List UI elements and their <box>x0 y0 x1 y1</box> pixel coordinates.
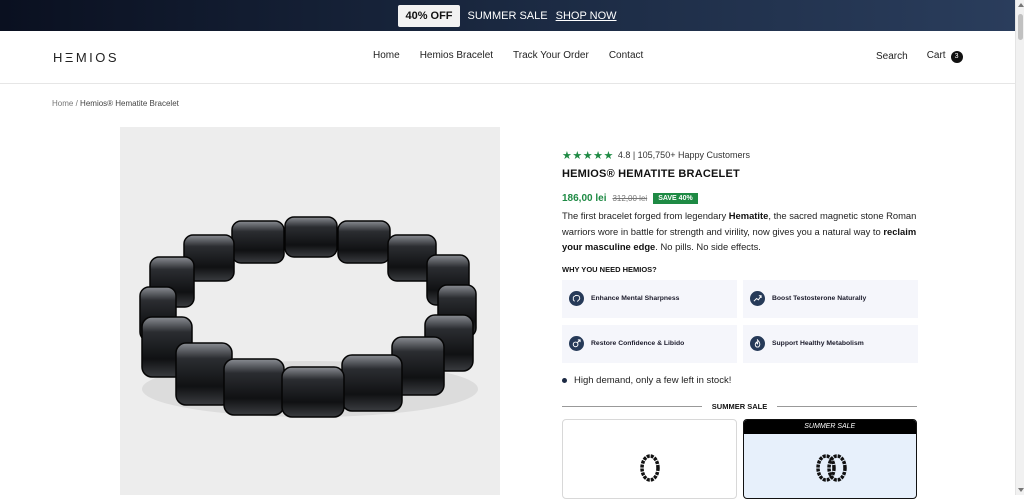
current-price: 186,00 lei <box>562 193 607 204</box>
nav-home[interactable]: Home <box>373 50 400 61</box>
benefit-label: Restore Confidence & Libido <box>591 340 685 347</box>
offer-single[interactable] <box>562 418 737 499</box>
benefit-card: Restore Confidence & Libido <box>562 324 737 363</box>
single-bracelet-icon <box>640 453 660 482</box>
product-info: ★★★★★ 4.8 | 105,750+ Happy Customers HEM… <box>562 148 918 499</box>
bracelet-image <box>139 216 478 418</box>
bundle-offers: SUMMER SALE <box>562 418 917 499</box>
male-symbol-icon <box>569 336 584 351</box>
brain-icon <box>569 291 584 306</box>
promo-text: SUMMER SALE <box>467 9 548 22</box>
product-description: The first bracelet forged from legendary… <box>562 210 917 252</box>
divider-line <box>777 405 918 407</box>
rating-row: ★★★★★ 4.8 | 105,750+ Happy Customers <box>562 148 917 162</box>
shop-now-link[interactable]: SHOP NOW <box>556 10 617 22</box>
cart-count-badge: 3 <box>950 50 963 63</box>
benefit-card: Enhance Mental Sharpness <box>562 279 737 318</box>
nav-hemios-bracelet[interactable]: Hemios Bracelet <box>420 50 493 61</box>
flame-icon <box>750 336 765 351</box>
divider-line <box>562 405 702 407</box>
product-image[interactable] <box>120 127 500 495</box>
offer-tag: SUMMER SALE <box>743 419 916 434</box>
sale-divider: SUMMER SALE <box>562 401 918 411</box>
promo-bar: 40% OFF SUMMER SALE SHOP NOW <box>0 0 1015 31</box>
nav-track-order[interactable]: Track Your Order <box>513 50 589 61</box>
price-row: 186,00 lei 312,00 lei SAVE 40% <box>562 193 917 204</box>
breadcrumb: Home / Hemios® Hematite Bracelet <box>52 99 179 108</box>
page-scrollbar[interactable] <box>1015 0 1024 495</box>
trend-up-icon <box>750 291 765 306</box>
benefit-label: Enhance Mental Sharpness <box>591 295 680 302</box>
save-badge: SAVE 40% <box>653 193 698 204</box>
benefit-label: Boost Testosterone Naturally <box>772 295 867 302</box>
benefit-card: Support Healthy Metabolism <box>743 324 918 363</box>
nav-contact[interactable]: Contact <box>609 50 643 61</box>
benefit-card: Boost Testosterone Naturally <box>743 279 918 318</box>
hematite-bold: Hematite <box>728 210 769 221</box>
offer-double[interactable]: SUMMER SALE <box>742 418 917 499</box>
breadcrumb-current: Hemios® Hematite Bracelet <box>80 99 179 108</box>
benefit-label: Support Healthy Metabolism <box>772 340 864 347</box>
site-header: HΞMIOS Home Hemios Bracelet Track Your O… <box>0 31 1015 84</box>
star-rating-icon: ★★★★★ <box>562 149 614 162</box>
old-price: 312,00 lei <box>612 194 648 203</box>
search-link[interactable]: Search <box>876 51 908 62</box>
cart-label: Cart <box>926 50 946 61</box>
header-actions: Search Cart 3 <box>876 50 963 63</box>
scroll-down-arrow-icon[interactable] <box>1018 488 1024 492</box>
why-heading: WHY YOU NEED HEMIOS? <box>562 264 657 274</box>
breadcrumb-separator: / <box>75 99 78 108</box>
stock-notice: High demand, only a few left in stock! <box>562 375 917 386</box>
cart-link[interactable]: Cart 3 <box>927 50 963 63</box>
scroll-up-arrow-icon[interactable] <box>1018 3 1024 7</box>
stock-text: High demand, only a few left in stock! <box>574 374 732 386</box>
rating-text: 4.8 | 105,750+ Happy Customers <box>617 150 750 160</box>
benefits-grid: Enhance Mental Sharpness Boost Testoster… <box>562 279 918 363</box>
discount-badge: 40% OFF <box>398 4 460 27</box>
product-title: HEMIOS® HEMATITE BRACELET <box>562 168 740 180</box>
site-logo[interactable]: HΞMIOS <box>53 50 119 65</box>
stock-dot-icon <box>562 377 567 383</box>
breadcrumb-home[interactable]: Home <box>52 99 73 108</box>
sale-divider-label: SUMMER SALE <box>711 401 768 411</box>
main-nav: Home Hemios Bracelet Track Your Order Co… <box>373 50 643 61</box>
scrollbar-thumb[interactable] <box>1018 14 1023 40</box>
